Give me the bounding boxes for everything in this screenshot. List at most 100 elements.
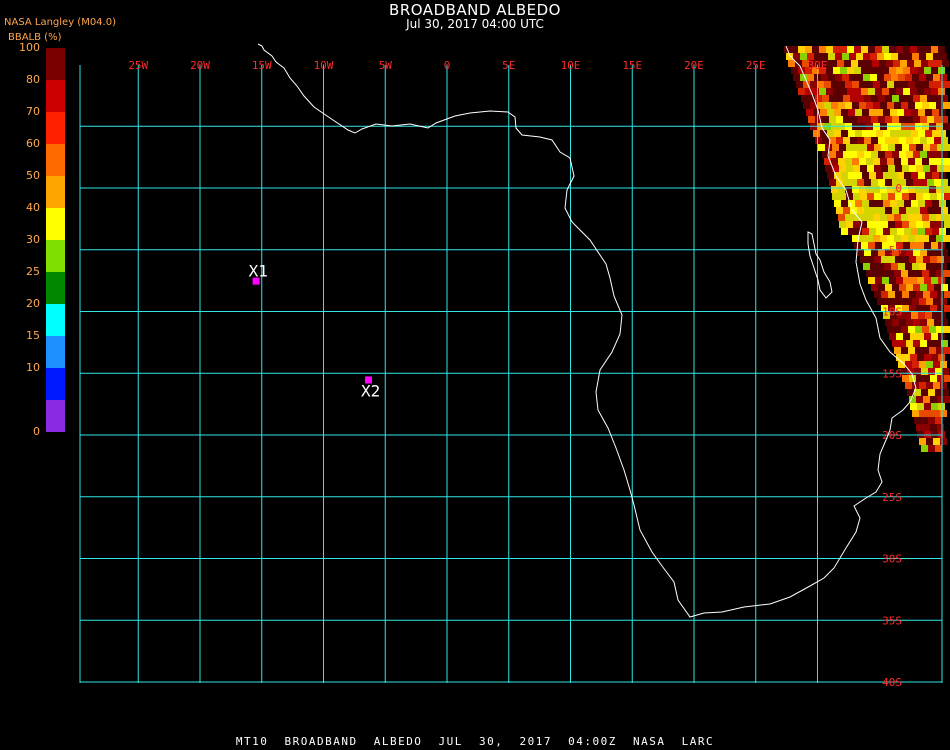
- albedo-pixel: [913, 137, 920, 144]
- albedo-pixel: [916, 193, 923, 200]
- albedo-pixel: [885, 95, 892, 102]
- albedo-pixel: [895, 256, 902, 263]
- albedo-pixel: [847, 67, 854, 74]
- albedo-pixel: [925, 172, 932, 179]
- albedo-pixel: [909, 305, 916, 312]
- albedo-pixel: [902, 165, 909, 172]
- albedo-pixel: [934, 179, 941, 186]
- latitude-tick-label: 40S: [882, 676, 902, 689]
- albedo-pixel: [852, 186, 859, 193]
- albedo-pixel: [859, 81, 866, 88]
- albedo-pixel: [881, 291, 888, 298]
- albedo-pixel: [916, 305, 923, 312]
- albedo-pixel: [855, 228, 862, 235]
- albedo-pixel: [856, 74, 863, 81]
- albedo-pixel: [840, 67, 847, 74]
- albedo-pixel: [846, 144, 853, 151]
- albedo-pixel: [929, 347, 936, 354]
- albedo-pixel: [824, 81, 831, 88]
- albedo-pixel: [861, 242, 868, 249]
- albedo-pixel: [835, 53, 842, 60]
- albedo-pixel: [927, 179, 934, 186]
- albedo-pixel: [885, 284, 892, 291]
- albedo-pixel: [899, 319, 906, 326]
- albedo-pixel: [910, 242, 917, 249]
- albedo-pixel: [903, 67, 910, 74]
- albedo-pixel: [895, 144, 902, 151]
- albedo-pixel: [888, 256, 895, 263]
- albedo-pixel: [885, 319, 892, 326]
- albedo-pixel: [871, 151, 878, 158]
- albedo-pixel: [800, 53, 807, 60]
- albedo-pixel: [933, 361, 940, 368]
- albedo-pixel: [929, 326, 936, 333]
- albedo-pixel: [876, 172, 883, 179]
- albedo-pixel: [930, 424, 937, 431]
- albedo-pixel: [871, 284, 878, 291]
- albedo-pixel: [890, 130, 897, 137]
- albedo-pixel: [917, 67, 924, 74]
- albedo-pixel: [904, 200, 911, 207]
- albedo-pixel: [881, 144, 888, 151]
- albedo-pixel: [903, 242, 910, 249]
- albedo-pixel: [917, 242, 924, 249]
- albedo-pixel: [898, 263, 905, 270]
- albedo-pixel: [871, 116, 878, 123]
- albedo-pixel: [876, 130, 883, 137]
- albedo-pixel: [847, 88, 854, 95]
- albedo-pixel: [930, 375, 937, 382]
- albedo-pixel: [832, 193, 839, 200]
- albedo-pixel: [798, 46, 805, 53]
- albedo-pixel: [909, 221, 916, 228]
- albedo-pixel: [819, 88, 826, 95]
- albedo-pixel: [924, 354, 931, 361]
- albedo-pixel: [930, 256, 937, 263]
- colorbar-level-label: 20: [26, 297, 40, 310]
- longitude-tick-label: 25E: [746, 59, 766, 72]
- albedo-pixel: [930, 396, 937, 403]
- albedo-pixel: [824, 102, 831, 109]
- albedo-pixel: [915, 102, 922, 109]
- albedo-pixel: [855, 130, 862, 137]
- albedo-pixel: [928, 445, 935, 452]
- albedo-pixel: [843, 179, 850, 186]
- albedo-pixel: [928, 417, 935, 424]
- albedo-pixel: [853, 165, 860, 172]
- albedo-pixel: [869, 172, 876, 179]
- albedo-pixel: [877, 74, 884, 81]
- albedo-pixel: [887, 102, 894, 109]
- albedo-pixel: [887, 214, 894, 221]
- albedo-pixel: [931, 354, 938, 361]
- albedo-pixel: [902, 375, 909, 382]
- albedo-pixel: [908, 326, 915, 333]
- albedo-pixel: [884, 298, 891, 305]
- albedo-pixel: [930, 193, 937, 200]
- albedo-pixel: [839, 193, 846, 200]
- albedo-pixel: [890, 109, 897, 116]
- albedo-pixel: [877, 53, 884, 60]
- albedo-pixel: [922, 214, 929, 221]
- albedo-pixel: [829, 151, 836, 158]
- albedo-pixel: [834, 109, 841, 116]
- albedo-pixel: [906, 319, 913, 326]
- albedo-pixel: [841, 172, 848, 179]
- albedo-pixel: [862, 109, 869, 116]
- albedo-pixel: [910, 46, 917, 53]
- albedo-pixel: [874, 291, 881, 298]
- albedo-pixel: [934, 151, 941, 158]
- albedo-pixel: [819, 46, 826, 53]
- albedo-pixel: [846, 165, 853, 172]
- albedo-pixel: [882, 88, 889, 95]
- albedo-pixel: [915, 270, 922, 277]
- albedo-pixel: [944, 291, 950, 298]
- albedo-pixel: [896, 88, 903, 95]
- albedo-pixel: [902, 291, 909, 298]
- albedo-pixel: [926, 298, 933, 305]
- albedo-pixel: [796, 81, 803, 88]
- albedo-pixel: [862, 200, 869, 207]
- albedo-pixel: [867, 193, 874, 200]
- albedo-pixel: [932, 228, 939, 235]
- albedo-pixel: [904, 172, 911, 179]
- albedo-pixel: [909, 291, 916, 298]
- albedo-pixel: [836, 137, 843, 144]
